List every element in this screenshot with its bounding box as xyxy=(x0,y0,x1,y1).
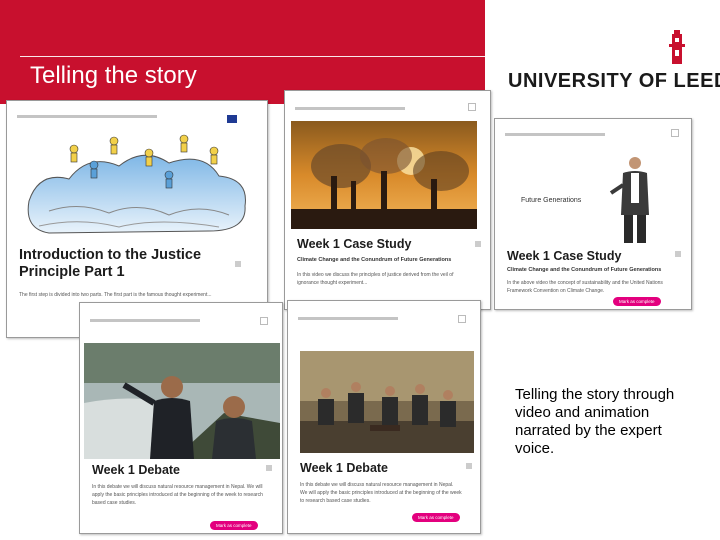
card-body: In this debate we will discuss natural r… xyxy=(300,482,462,504)
card-body: In this video we discuss the principles … xyxy=(297,272,454,286)
share-icon[interactable] xyxy=(260,317,268,325)
card-subtitle: Climate Change and the Conundrum of Futu… xyxy=(507,267,662,273)
debate-video-outdoor xyxy=(84,343,280,459)
university-logo: UNIVERSITY OF LEEDS xyxy=(508,30,720,100)
mark-complete-button[interactable]: Mark as complete xyxy=(412,513,460,522)
card-body: In this debate we will discuss natural r… xyxy=(92,484,263,506)
comment-icon[interactable] xyxy=(266,465,272,471)
slide-header: Telling the story UNIVERSITY OF LEEDS xyxy=(0,0,720,104)
card-title: Week 1 Case Study xyxy=(297,237,412,251)
card-case-study-1[interactable]: Week 1 Case Study Climate Change and the… xyxy=(284,90,491,310)
slide-title: Telling the story xyxy=(30,62,197,89)
share-icon[interactable] xyxy=(458,315,466,323)
card-header-text xyxy=(17,115,157,118)
card-subtitle: Climate Change and the Conundrum of Futu… xyxy=(297,257,452,263)
card-body: In the above video the concept of sustai… xyxy=(507,280,663,294)
tower-crest-icon xyxy=(669,30,685,64)
card-header-text xyxy=(295,107,405,110)
card-title: Week 1 Debate xyxy=(92,463,181,477)
card-header-text xyxy=(90,319,200,322)
mark-complete-button[interactable]: Mark as complete xyxy=(613,297,661,306)
card-title: Week 1 Debate xyxy=(300,461,389,475)
cartoon-illustration xyxy=(19,131,255,241)
comment-icon[interactable] xyxy=(466,463,472,469)
comment-icon[interactable] xyxy=(675,251,681,257)
card-case-study-2[interactable]: Future Generations Week 1 Case Study Cli… xyxy=(494,118,692,310)
card-title: Week 1 Case Study xyxy=(507,249,622,263)
card-header-text xyxy=(505,133,605,136)
card-title: Introduction to the Justice Principle Pa… xyxy=(19,247,202,280)
title-divider xyxy=(20,56,485,57)
comment-icon[interactable] xyxy=(475,241,481,247)
logo-wordmark: UNIVERSITY OF LEEDS xyxy=(508,70,720,92)
presenter-video: Future Generations xyxy=(507,145,685,245)
title-band: Telling the story xyxy=(0,0,485,104)
debate-video-panel xyxy=(300,351,474,453)
comment-icon[interactable] xyxy=(235,261,241,267)
pollution-photo xyxy=(291,121,477,229)
share-icon[interactable] xyxy=(468,103,476,111)
card-body: The first step is divided into two parts… xyxy=(19,292,212,298)
share-icon[interactable] xyxy=(227,115,237,123)
share-icon[interactable] xyxy=(671,129,679,137)
mark-complete-button[interactable]: Mark as complete xyxy=(210,521,258,530)
card-debate-1[interactable]: Week 1 Debate In this debate we will dis… xyxy=(79,302,283,534)
card-debate-2[interactable]: Week 1 Debate In this debate we will dis… xyxy=(287,300,481,534)
slide-caption: Telling the story through video and anim… xyxy=(515,386,675,457)
card-header-text xyxy=(298,317,398,320)
